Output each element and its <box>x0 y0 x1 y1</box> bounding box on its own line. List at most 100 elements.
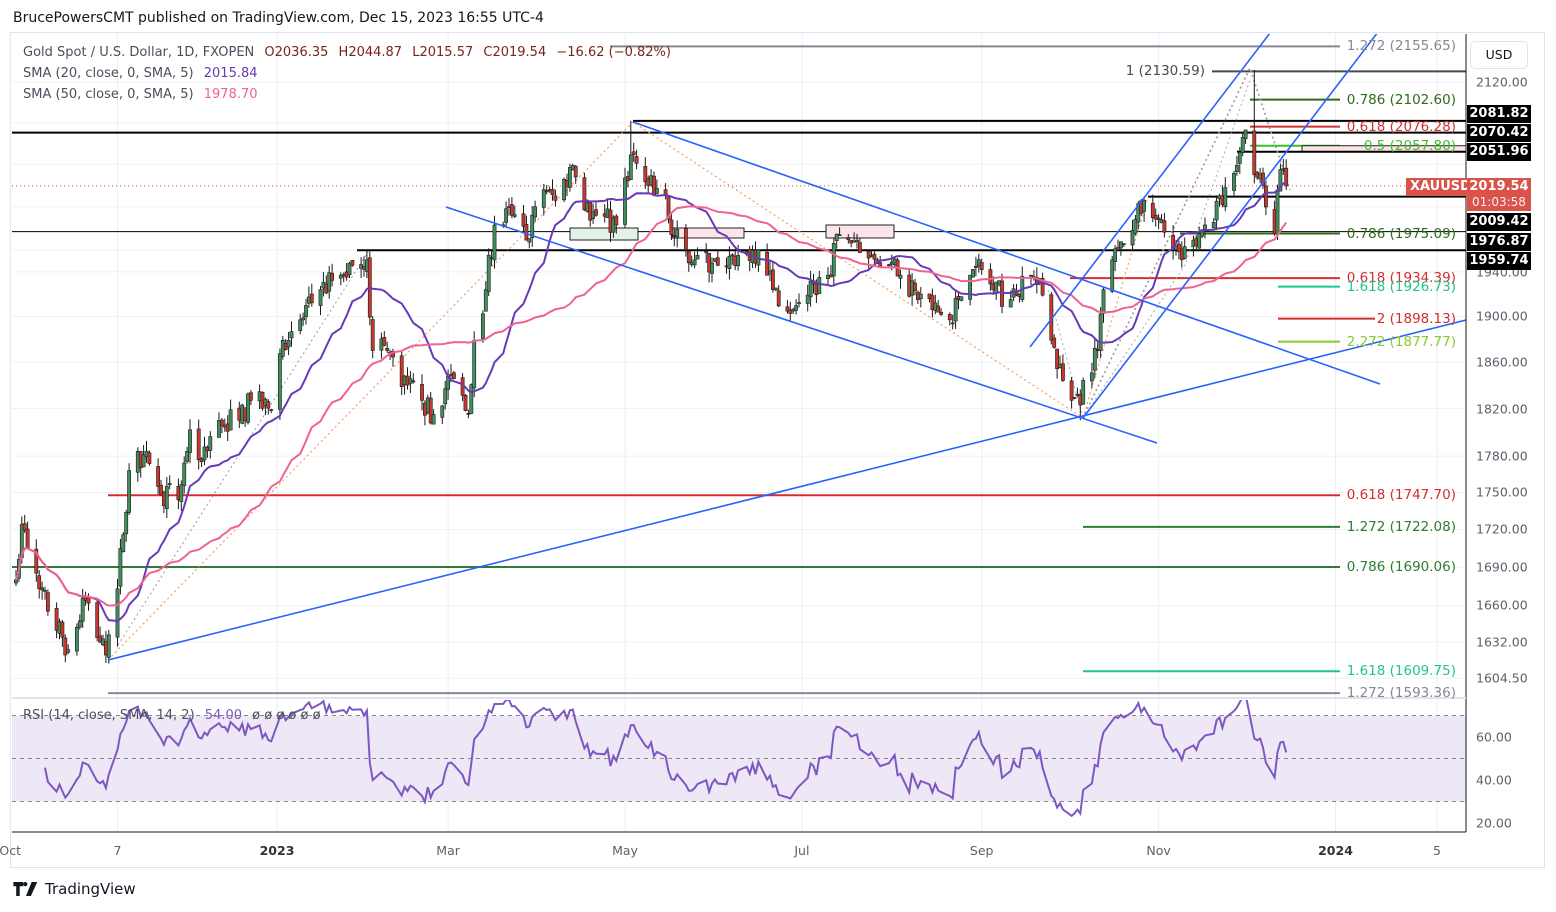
price-tag: 1959.74 <box>1467 252 1531 270</box>
sma50-legend[interactable]: SMA (50, close, 0, SMA, 5) 1978.70 <box>23 87 258 102</box>
candle-down <box>939 311 944 315</box>
candle-up <box>188 429 192 453</box>
candle-down <box>25 528 30 550</box>
candle-up <box>1090 372 1094 382</box>
sma20-label: SMA (20, close, 0, SMA, 5) <box>23 66 194 81</box>
chart-canvas[interactable] <box>0 0 1556 912</box>
green-zone-box <box>569 227 639 241</box>
candle-up <box>43 590 47 592</box>
tradingview-logo[interactable]: TradingView <box>13 880 136 898</box>
candle-down <box>776 290 781 307</box>
price-tick-label: 1720.00 <box>1476 521 1528 537</box>
candle-down <box>1252 130 1257 176</box>
candle-up <box>443 388 448 405</box>
candle-down <box>947 314 952 321</box>
candle-down <box>631 151 636 155</box>
candle-up <box>773 287 778 291</box>
time-tick-label: Oct <box>0 843 21 858</box>
price-tick-label: 1632.00 <box>1476 634 1528 650</box>
candle-down <box>936 305 941 313</box>
candle-up <box>1008 299 1013 308</box>
sma20-value: 2015.84 <box>203 66 258 81</box>
candle-down <box>770 269 775 290</box>
time-tick-label: Mar <box>436 843 460 858</box>
candle-up <box>185 451 190 462</box>
candle-down <box>857 242 862 253</box>
price-tick-label: 2120.00 <box>1476 74 1528 90</box>
candle-down <box>1052 337 1057 348</box>
time-tick-label: Nov <box>1146 843 1171 858</box>
candle-up <box>710 262 714 274</box>
candle-down <box>553 195 558 201</box>
candle-down <box>350 260 355 266</box>
candle-up <box>318 289 323 306</box>
rsi-na-values: ø ø ø ø ø ø <box>252 708 321 723</box>
candle-up <box>440 405 445 418</box>
candle-up <box>66 649 71 653</box>
candle-up <box>968 274 973 300</box>
candle-up <box>431 414 436 425</box>
candle-up <box>530 214 535 239</box>
candle-down <box>463 395 468 411</box>
candle-down <box>973 265 978 268</box>
candle-up <box>75 626 79 652</box>
candle-down <box>866 251 871 259</box>
candle-down <box>524 224 529 241</box>
price-tick-label: 1660.00 <box>1476 597 1528 613</box>
candle-up <box>794 305 799 311</box>
price-tick-label: 1750.00 <box>1476 484 1528 500</box>
candle-up <box>727 255 732 269</box>
candle-down <box>872 253 877 260</box>
candle-up <box>797 302 801 304</box>
sma50-label: SMA (50, close, 0, SMA, 5) <box>23 87 194 102</box>
candle-down <box>156 466 161 487</box>
symbol-name: Gold Spot / U.S. Dollar, 1D, FXOPEN <box>23 45 255 60</box>
candle-up <box>1237 151 1242 164</box>
rsi-label: RSI (14, close, SMA, 14, 2) <box>23 708 195 723</box>
sma20-legend[interactable]: SMA (20, close, 0, SMA, 5) 2015.84 <box>23 66 258 81</box>
price-tick-label: 1860.00 <box>1476 354 1528 370</box>
fib-leg-gray <box>1047 79 1251 420</box>
candle-down <box>950 322 955 325</box>
candle-up <box>469 384 474 414</box>
drawings <box>12 45 1466 695</box>
currency-button[interactable]: USD <box>1470 41 1528 69</box>
high-value: H2044.87 <box>338 45 403 60</box>
rsi-legend[interactable]: RSI (14, close, SMA, 14, 2) 54.00 ø ø ø … <box>23 708 321 723</box>
candle-down <box>573 165 578 178</box>
price-tick-label: 1690.00 <box>1476 559 1528 575</box>
candle-down <box>594 209 598 216</box>
candle-up <box>179 484 184 502</box>
symbol-legend[interactable]: Gold Spot / U.S. Dollar, 1D, FXOPEN O203… <box>23 45 671 60</box>
candle-down <box>846 237 851 240</box>
candle-up <box>208 436 213 451</box>
candle-up <box>512 214 517 217</box>
rsi-tick-label: 20.00 <box>1476 815 1512 831</box>
candle-down <box>266 401 271 409</box>
candle-down <box>196 428 201 460</box>
fib-level-label: 0.618 (1747.70) <box>1346 487 1456 504</box>
candle-down <box>886 264 891 267</box>
candle-up <box>1182 246 1187 259</box>
candle-up <box>1092 347 1097 371</box>
candle-down <box>309 293 314 304</box>
candle-up <box>959 296 964 301</box>
branding-text: TradingView <box>45 880 136 898</box>
time-tick-label: Jul <box>794 843 810 858</box>
candle-down <box>1162 220 1167 233</box>
candle-up <box>106 634 111 658</box>
candle-up <box>817 277 822 294</box>
candle-down <box>385 347 390 351</box>
price-tag: 2009.42 <box>1467 213 1531 231</box>
price-tag: 1976.87 <box>1467 233 1531 251</box>
price-tag: 2070.42 <box>1467 124 1531 142</box>
time-tick-label: 2024 <box>1318 843 1353 858</box>
candle-up <box>80 597 85 622</box>
candle-up <box>675 229 680 238</box>
fib-level-label: 2 (1898.13) <box>1376 310 1456 327</box>
candle-up <box>855 239 859 243</box>
fib-level-label: 0.5 (2057.80) <box>1363 137 1456 154</box>
candle-up <box>736 255 741 267</box>
candle-up <box>483 289 488 312</box>
candle-up <box>1214 200 1219 221</box>
